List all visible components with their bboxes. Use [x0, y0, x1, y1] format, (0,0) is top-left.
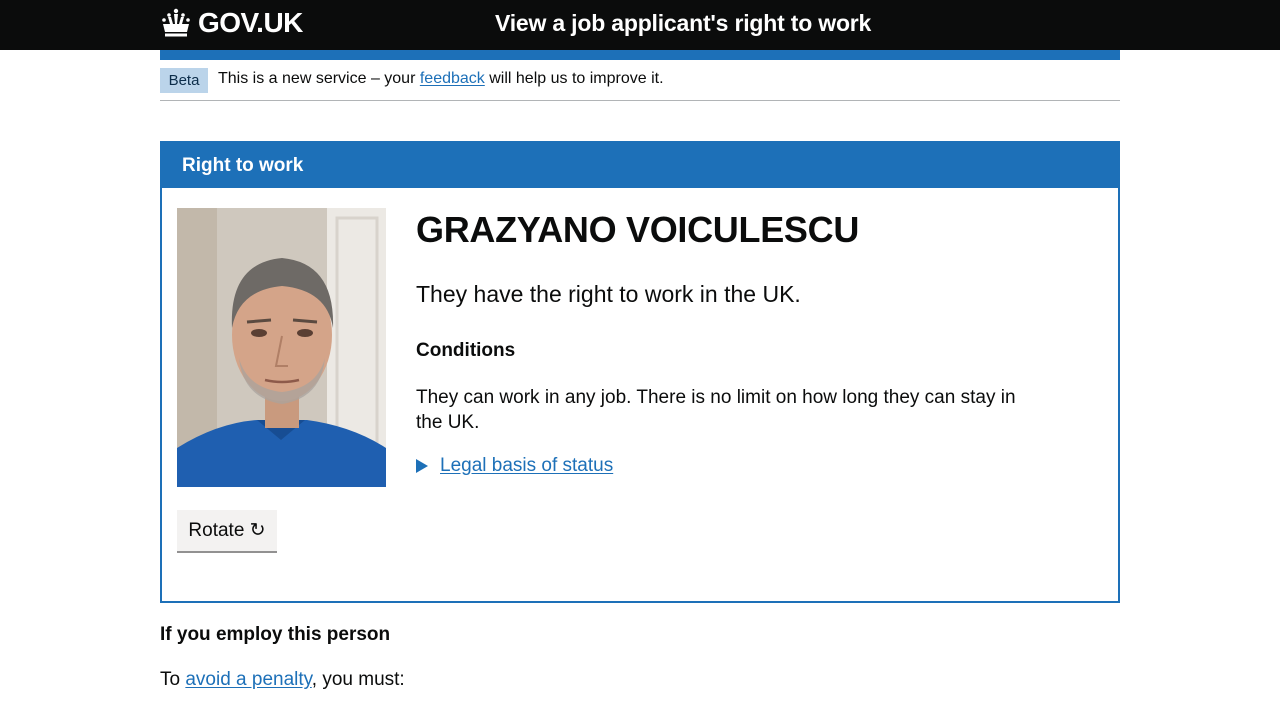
phase-text-before: This is a new service – your — [218, 70, 420, 87]
right-to-work-status: They have the right to work in the UK. — [416, 281, 801, 307]
govuk-logo-link[interactable]: GOV.UK — [160, 7, 303, 39]
applicant-name: GRAZYANO VOICULESCU — [416, 209, 860, 250]
penalty-text-before: To — [160, 669, 186, 690]
panel-header: Right to work — [162, 143, 1118, 188]
penalty-text: To avoid a penalty, you must: — [160, 669, 405, 691]
disclosure-triangle-icon — [416, 459, 428, 473]
service-name[interactable]: View a job applicant's right to work — [495, 10, 871, 37]
phase-banner: Beta This is a new service – your feedba… — [160, 60, 1120, 101]
phase-tag: Beta — [160, 68, 208, 93]
conditions-heading: Conditions — [416, 340, 516, 361]
rotate-button[interactable]: Rotate ↻ — [177, 510, 277, 551]
phase-banner-text: This is a new service – your feedback wi… — [218, 70, 664, 88]
applicant-photo — [177, 208, 386, 487]
panel-title: Right to work — [182, 155, 304, 176]
header-blue-bar — [160, 50, 1120, 60]
legal-basis-link[interactable]: Legal basis of status — [440, 455, 613, 477]
legal-basis-details[interactable]: Legal basis of status — [416, 455, 613, 477]
feedback-link[interactable]: feedback — [420, 70, 485, 87]
conditions-text: They can work in any job. There is no li… — [416, 387, 1016, 433]
employ-heading: If you employ this person — [160, 624, 391, 645]
phase-text-after: will help us to improve it. — [484, 70, 664, 87]
penalty-text-after: , you must: — [311, 669, 405, 690]
site-header: GOV.UK View a job applicant's right to w… — [0, 0, 1280, 50]
right-to-work-panel: Right to work Rotate ↻ GRAZYANO VOICULES… — [160, 141, 1120, 603]
crown-icon — [162, 8, 190, 37]
logo-text: GOV.UK — [198, 7, 303, 38]
avoid-penalty-link[interactable]: avoid a penalty — [185, 669, 311, 690]
